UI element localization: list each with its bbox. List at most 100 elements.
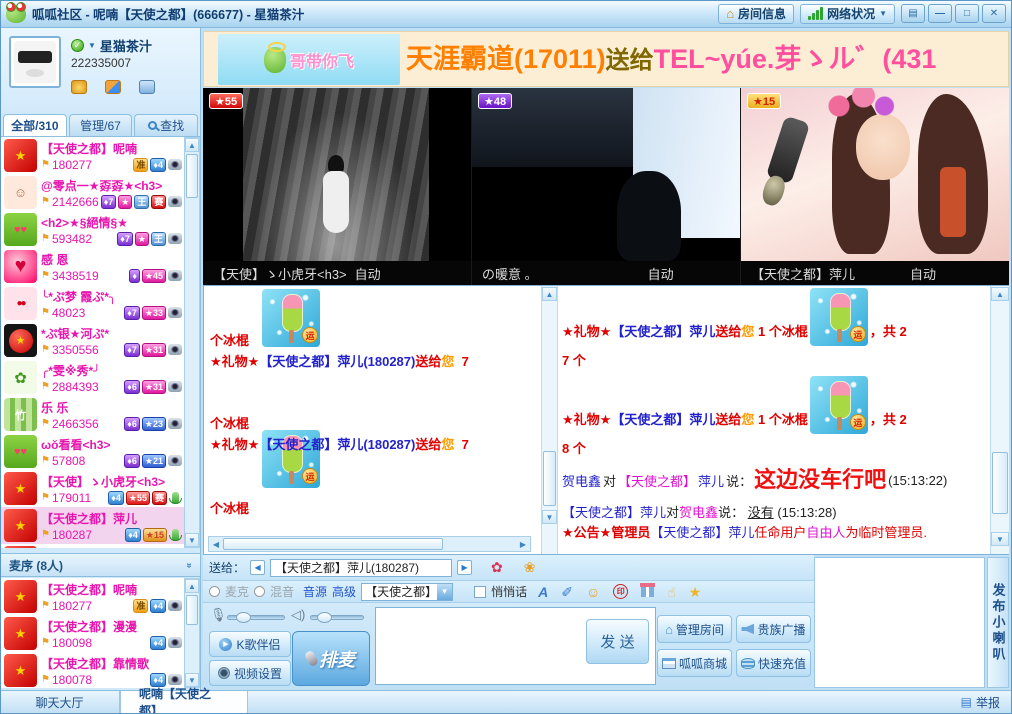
network-status-button[interactable]: 网络状况 ▼	[800, 4, 895, 24]
video-settings-button[interactable]: 视频设置	[209, 660, 291, 686]
chat-column-right[interactable]: ★礼物★【天使之都】萍儿送给您 1 个冰棍 运 ，共 2 7 个 ★礼物★【天使…	[558, 286, 990, 554]
status-dropdown-icon[interactable]: ▼	[88, 41, 96, 50]
next-target-button[interactable]: ▶	[457, 560, 472, 575]
room-select-dropdown[interactable]: 【天使之都】▼	[361, 583, 453, 601]
mix-radio[interactable]	[254, 586, 265, 597]
stamp-icon[interactable]: 印	[613, 584, 628, 599]
scroll-thumb[interactable]	[223, 538, 443, 550]
gift-icon[interactable]	[641, 586, 654, 597]
race-badge: 赛	[152, 491, 167, 505]
mic-queue-row[interactable]: ★ 【天使之都】漫漫 ⚑180098 ♦4	[1, 615, 200, 652]
scroll-down-arrow[interactable]: ▼	[185, 533, 199, 547]
prev-target-button[interactable]: ◀	[250, 560, 265, 575]
scroll-up-arrow[interactable]: ▲	[185, 579, 199, 593]
scroll-thumb[interactable]	[186, 154, 198, 198]
avatar[interactable]	[9, 36, 61, 88]
tab-current-room[interactable]: 呢喃【天使之都】	[120, 691, 248, 713]
scroll-thumb[interactable]	[543, 451, 556, 506]
emoticon-icon[interactable]: ☺	[586, 585, 600, 599]
noble-broadcast-button[interactable]: 贵族广播	[736, 615, 811, 643]
scroll-down-arrow[interactable]: ▼	[991, 532, 1009, 546]
scroll-up-arrow[interactable]: ▲	[185, 138, 199, 152]
flower-basket-icon[interactable]: ❀	[524, 559, 536, 576]
recharge-button[interactable]: 快速充值	[736, 649, 811, 677]
purse-icon[interactable]	[71, 80, 87, 94]
user-row[interactable]: ✿ ╭*雯※秀*╯ ⚑2884393 ♦6★31	[1, 359, 200, 396]
tab-find[interactable]: 查找	[134, 114, 198, 136]
user-row[interactable]: ☺ @零点一★孬孬★<h3> ⚑2142666 ♦7★王赛	[1, 174, 200, 211]
mic-queue-row[interactable]: ★ 【天使之都】靠情歌 ⚑180078 ♦4	[1, 652, 200, 688]
send-to-field[interactable]: 【天使之都】萍儿(180287)	[270, 559, 452, 577]
user-row[interactable]: ♥♥ ωŏ看看<h3> ⚑57808 ♦6★21	[1, 433, 200, 470]
person-silhouette	[617, 171, 681, 261]
rose-gift-icon[interactable]: ✿	[491, 559, 503, 576]
room-info-button[interactable]: ⌂ 房间信息	[718, 4, 794, 24]
font-icon[interactable]: A	[538, 585, 548, 599]
tab-managers[interactable]: 管理/67	[69, 114, 133, 136]
slider-thumb[interactable]	[236, 612, 251, 623]
chat-right-vscrollbar[interactable]: ▲ ▼	[990, 286, 1009, 554]
user-row[interactable]: 竹 乐 乐 ⚑2466356 ♦6★23	[1, 396, 200, 433]
user-row[interactable]: *ぷ银★河ぷ* ⚑3350556 ♦7★31	[1, 322, 200, 359]
collapse-icon[interactable]: «	[184, 562, 195, 568]
tab-all-members[interactable]: 全部/310	[3, 114, 67, 136]
flag-icon: ⚑	[41, 601, 50, 611]
user-row[interactable]: ★ 【天使】ゝ小虎牙<h3> ⚑179011 ♦4★55赛	[1, 470, 200, 507]
horn-icon	[741, 624, 754, 635]
scroll-thumb[interactable]	[992, 452, 1008, 514]
speaker-volume-slider[interactable]	[310, 615, 364, 620]
video-feed-1[interactable]: ★55 【天使】ゝ小虎牙<h3> 自动	[203, 88, 472, 285]
user-row[interactable]: ★ 【天使之都】漫漫 ⚑180098 ♦4	[1, 544, 200, 548]
user-avatar: 竹	[4, 398, 37, 431]
video-feed-3[interactable]: ★15 【天使之都】萍儿 自动	[741, 88, 1009, 285]
user-row[interactable]: ★ 【天使之都】呢喃 ⚑180277 准♦4	[1, 137, 200, 174]
queue-mic-button[interactable]: 排麦	[292, 631, 370, 686]
user-row[interactable]: ♥♥ <h2>★§絕情§★ ⚑593482 ♦7★王	[1, 211, 200, 248]
chat-left-hscrollbar[interactable]: ◀ ▶	[208, 536, 531, 552]
mic-queue-row[interactable]: ★ 【天使之都】呢喃 ⚑180277 准♦4	[1, 578, 200, 615]
brush-icon[interactable]: ✐	[561, 585, 573, 599]
card-icon[interactable]	[139, 80, 155, 94]
user-row[interactable]: ●● ╰*ぷ梦 霞ぷ*╮ ⚑48023 ♦7★33	[1, 285, 200, 322]
scroll-thumb[interactable]	[186, 595, 198, 625]
tab-lobby[interactable]: 聊天大厅	[0, 691, 120, 713]
online-status-icon[interactable]: ✓	[71, 39, 84, 52]
mic-queue-scrollbar[interactable]: ▲ ▼	[184, 578, 200, 688]
slider-thumb[interactable]	[317, 612, 332, 623]
user-avatar: ★	[4, 139, 37, 172]
send-button[interactable]: 发 送	[586, 619, 649, 664]
scroll-up-arrow[interactable]: ▲	[542, 287, 557, 301]
chat-left-vscrollbar[interactable]: ▲ ▼	[541, 286, 558, 554]
feedback-button[interactable]: ▤	[901, 4, 925, 23]
guagua-client-window: { "window": { "title": "呱呱社区 - 呢喃【天使之都】(…	[0, 0, 1012, 714]
user-row[interactable]: 感 恩 ⚑3438519 ♦★45	[1, 248, 200, 285]
whisper-checkbox[interactable]	[474, 586, 486, 598]
advanced-link[interactable]: 高级	[332, 583, 356, 600]
scroll-up-arrow[interactable]: ▲	[991, 287, 1009, 301]
mic-radio[interactable]	[209, 586, 220, 597]
publish-horn-button[interactable]: 发布小喇叭	[987, 557, 1009, 688]
popsicle-gift-image: 运	[262, 289, 320, 347]
user-row-selected[interactable]: ★ 【天使之都】萍儿 ⚑180287 ♦4★15	[1, 507, 200, 544]
scroll-down-arrow[interactable]: ▼	[542, 510, 557, 524]
report-button[interactable]: ▤ 举报	[949, 691, 1012, 713]
audio-source-link[interactable]: 音源	[303, 583, 327, 600]
chat-column-left[interactable]: 运 个冰棍 ★礼物★【天使之都】萍儿(180287)送给您 7 运 个冰棍 ★礼…	[204, 286, 541, 554]
mall-button[interactable]: 呱呱商城	[657, 649, 732, 677]
video-feed-2[interactable]: ★48 の暖意 。 自动	[472, 88, 741, 285]
flag-icon: ⚑	[41, 419, 50, 429]
scroll-left-arrow[interactable]: ◀	[209, 540, 223, 549]
user-list-scrollbar[interactable]: ▲ ▼	[184, 137, 200, 548]
minimize-button[interactable]: —	[928, 4, 952, 23]
close-button[interactable]: ✕	[982, 4, 1006, 23]
maximize-button[interactable]: □	[955, 4, 979, 23]
manage-room-button[interactable]: ⌂管理房间	[657, 615, 732, 643]
ksong-button[interactable]: ▶K歌伴侣	[209, 631, 291, 657]
scroll-right-arrow[interactable]: ▶	[516, 540, 530, 549]
mic-volume-slider[interactable]	[227, 615, 285, 620]
user-avatar: ★	[4, 472, 37, 505]
props-icon[interactable]	[105, 80, 121, 94]
hand-icon[interactable]: ☝	[667, 585, 676, 599]
star-icon[interactable]: ★	[689, 585, 702, 599]
mic-queue-header[interactable]: 麦序 (8人) «	[1, 553, 200, 577]
